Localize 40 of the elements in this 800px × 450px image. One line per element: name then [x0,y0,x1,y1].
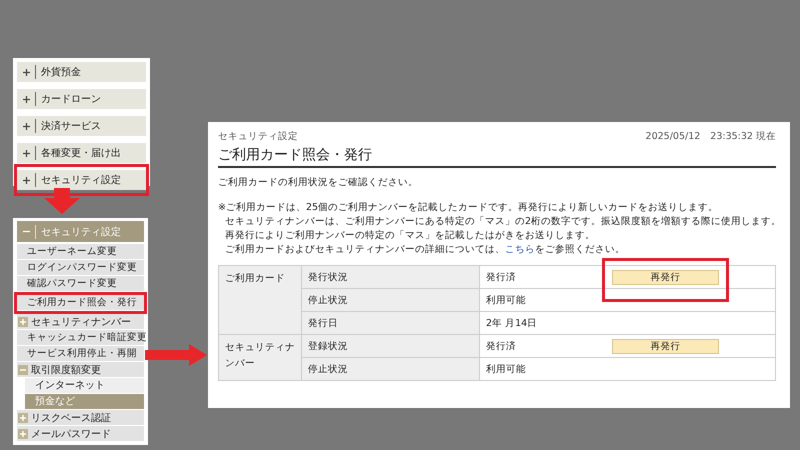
note-text: ※ご利用カードは、25個のご利用ナンバーを記載したカードです。再発行により新しいカードをお送りします。 [218,201,720,215]
timestamp: 2025/05/12 23:35:32 現在 [646,130,776,143]
menu-item[interactable]: 決済サービス [17,116,146,136]
arrow-right-icon [145,344,207,366]
menu-item[interactable]: セキュリティナンバー [17,314,144,330]
submenu-item[interactable]: インターネット [25,378,144,394]
reissue-button[interactable]: 再発行 [612,338,719,354]
note-text: 再発行によりご利用ナンバーの特定の「マス」を記載したはがきをお送りします。 [224,229,596,243]
menu-item[interactable]: 各種変更・届け出 [17,143,146,163]
menu-item[interactable]: セキュリティ設定 [17,170,146,190]
table-cell: 停止状況 [302,358,480,380]
reissue-button[interactable]: 再発行 [612,270,719,284]
menu-item[interactable]: 取引限度額変更 [17,362,144,378]
table-cell-text: 発行済 [486,340,517,352]
intro-text: ご利用カードの利用状況をご確認ください。 [218,176,419,189]
breadcrumb: セキュリティ設定 [218,130,298,143]
table-cell-text: 利用可能 [486,362,527,376]
table-cell-text: 利用可能 [486,294,527,306]
table-cell: セキュリティナンバー [218,334,302,380]
table-cell-text: 発行済 [486,270,517,284]
menu-item[interactable]: カードローン [17,89,146,109]
menu-item[interactable]: ユーザーネーム変更 [17,244,144,260]
note-text: セキュリティナンバーは、ご利用ナンバーにある特定の「マス」の2桁の数字です。振込限度額を増額する際に使用します。 [224,215,776,229]
table-cell-text: 2年 月14日 [486,316,538,330]
table-cell: 発行状況 [302,266,480,288]
menu-item[interactable]: サービス利用停止・再開 [17,346,144,362]
menu-item[interactable]: リスクベース認証 [17,410,144,426]
menu-item[interactable]: キャッシュカード暗証変更 [17,330,144,346]
here-link[interactable]: こちら [505,244,535,255]
page-title: ご利用カード照会・発行 [218,143,776,168]
menu-item[interactable]: メールパスワード [17,426,144,442]
menu-item[interactable]: 確認パスワード変更 [17,276,144,292]
menu-item[interactable]: ログインパスワード変更 [17,260,144,276]
menu-item[interactable]: 外貨預金 [17,62,146,82]
table-cell: 登録状況 [302,334,480,358]
table-cell: 発行日 [302,312,480,334]
note-text: ご利用カードおよびセキュリティナンバーの詳細については、こちら をご参照ください。 [224,243,626,257]
menu-item[interactable]: ご利用カード照会・発行 [17,295,144,311]
table-cell: 停止状況 [302,288,480,312]
table-cell: ご利用カード [218,266,302,334]
